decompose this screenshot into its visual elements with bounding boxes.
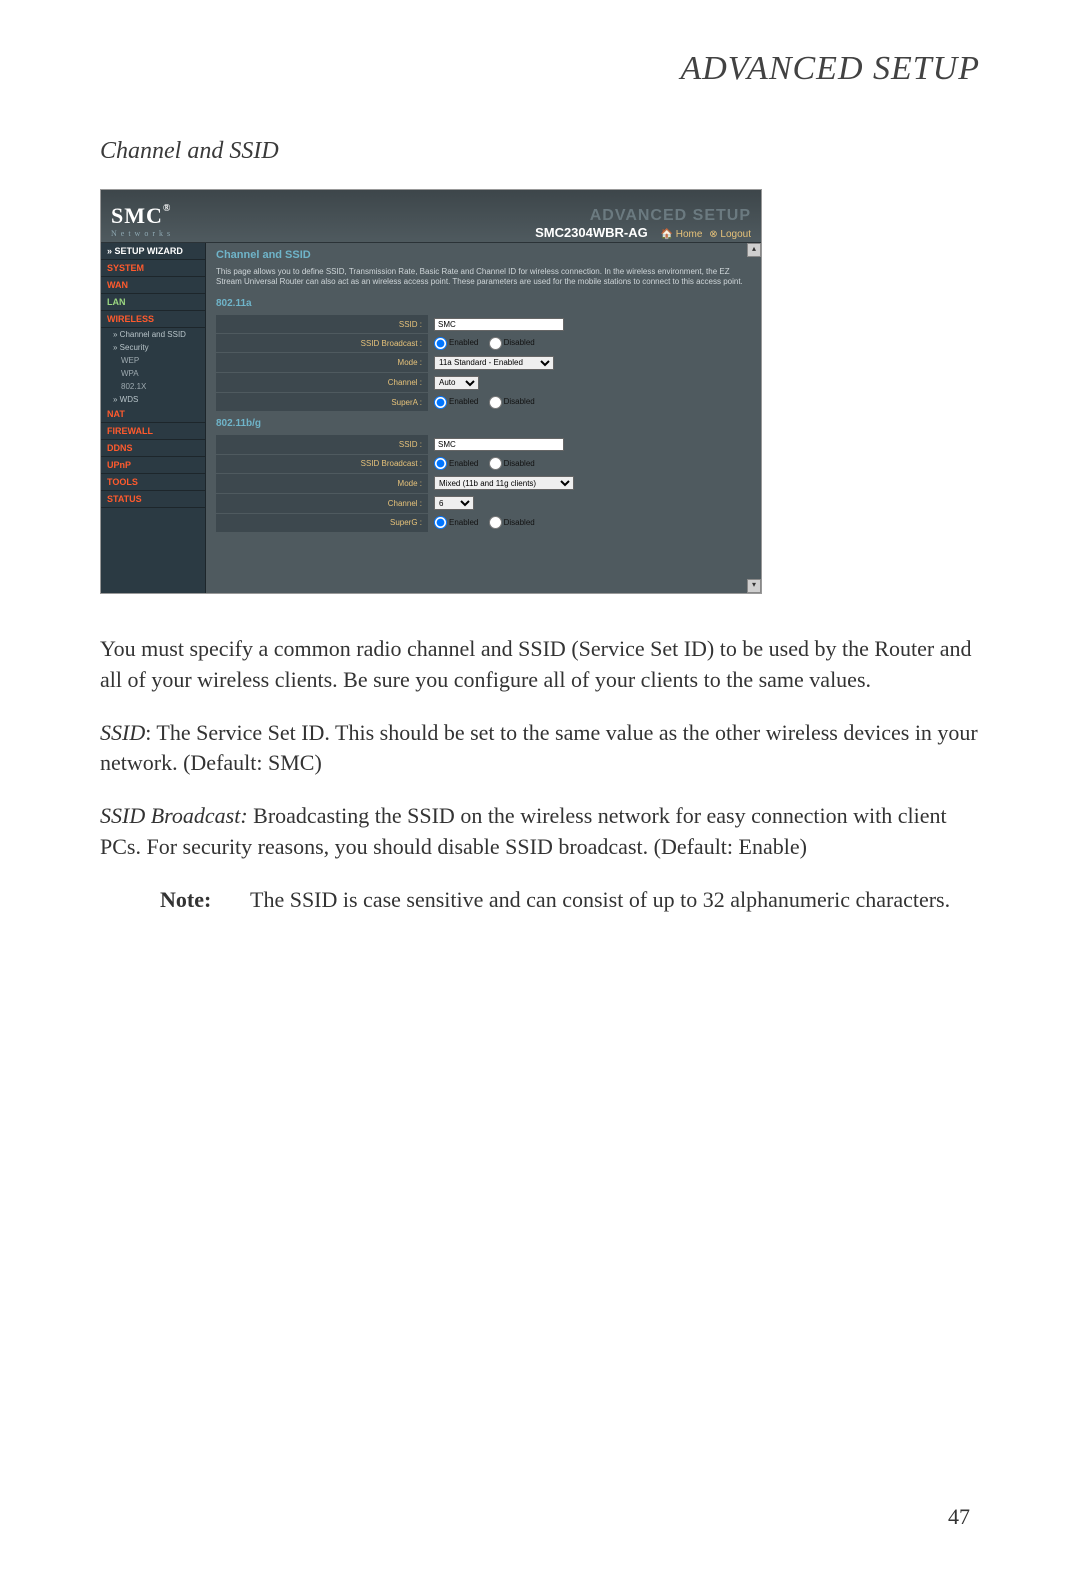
ssid-text: : The Service Set ID. This should be set…: [100, 720, 978, 776]
label-superg: SuperG :: [216, 513, 428, 532]
home-link[interactable]: 🏠 Home: [661, 229, 703, 240]
enabled-label-4: Enabled: [449, 518, 478, 527]
disabled-label-3: Disabled: [504, 459, 535, 468]
scroll-up-icon[interactable]: ▴: [747, 243, 761, 257]
sidebar-item-upnp[interactable]: UPnP: [101, 457, 205, 474]
sidebar-sub-wep[interactable]: WEP: [101, 354, 205, 367]
enabled-label-3: Enabled: [449, 459, 478, 468]
paragraph-ssid: SSID: The Service Set ID. This should be…: [100, 718, 980, 780]
label-broadcast-bg: SSID Broadcast :: [216, 454, 428, 473]
router-content: ▴ Channel and SSID This page allows you …: [206, 243, 761, 593]
sidebar-item-lan[interactable]: LAN: [101, 294, 205, 311]
router-sidebar: » SETUP WIZARD SYSTEM WAN LAN WIRELESS »…: [101, 243, 206, 593]
document-body: You must specify a common radio channel …: [100, 634, 980, 916]
sidebar-item-wan[interactable]: WAN: [101, 277, 205, 294]
disabled-label-2: Disabled: [504, 397, 535, 406]
brand-sub: N e t w o r k s: [111, 229, 215, 238]
router-screenshot: SMC® N e t w o r k s ADVANCED SETUP SMC2…: [100, 189, 762, 594]
sidebar-item-wireless[interactable]: WIRELESS: [101, 311, 205, 328]
sidebar-sub-channel-ssid[interactable]: » Channel and SSID: [101, 328, 205, 341]
paragraph-broadcast: SSID Broadcast: Broadcasting the SSID on…: [100, 801, 980, 863]
label-ssid-a: SSID :: [216, 315, 428, 334]
sidebar-item-tools[interactable]: TOOLS: [101, 474, 205, 491]
label-channel-bg: Channel :: [216, 493, 428, 513]
router-model: SMC2304WBR-AG: [535, 225, 648, 240]
section-title: Channel and SSID: [100, 138, 980, 165]
logout-link[interactable]: ⊗ Logout: [709, 229, 751, 240]
config-table-a: SSID : SSID Broadcast : Enabled Disabled…: [216, 315, 751, 413]
note-text: The SSID is case sensitive and can consi…: [250, 885, 950, 916]
brand-reg: ®: [163, 203, 171, 214]
channel-select-bg[interactable]: 6: [434, 496, 474, 510]
content-title: Channel and SSID: [216, 249, 751, 261]
band-bg-title: 802.11b/g: [216, 418, 751, 429]
page-header-title: ADVANCED SETUP: [100, 50, 980, 88]
channel-select-a[interactable]: Auto: [434, 376, 479, 390]
label-supera: SuperA :: [216, 393, 428, 412]
content-description: This page allows you to define SSID, Tra…: [216, 267, 751, 288]
sidebar-item-firewall[interactable]: FIREWALL: [101, 423, 205, 440]
sidebar-item-nat[interactable]: NAT: [101, 406, 205, 423]
router-header: SMC® N e t w o r k s ADVANCED SETUP SMC2…: [101, 190, 761, 243]
ssid-label: SSID: [100, 720, 145, 745]
note-label: Note:: [160, 885, 250, 916]
sidebar-sub-8021x[interactable]: 802.1X: [101, 380, 205, 393]
scroll-down-icon[interactable]: ▾: [747, 579, 761, 593]
enabled-label: Enabled: [449, 338, 478, 347]
logout-icon: ⊗: [709, 229, 717, 240]
broadcast-a-enabled-radio[interactable]: [434, 337, 447, 350]
sidebar-item-status[interactable]: STATUS: [101, 491, 205, 508]
router-logo: SMC® N e t w o r k s: [101, 197, 215, 242]
disabled-label: Disabled: [504, 338, 535, 347]
label-mode-a: Mode :: [216, 353, 428, 373]
sidebar-item-ddns[interactable]: DDNS: [101, 440, 205, 457]
ssid-input-a[interactable]: [434, 318, 564, 331]
superg-disabled-radio[interactable]: [489, 516, 502, 529]
sidebar-sub-wds[interactable]: » WDS: [101, 393, 205, 406]
mode-select-a[interactable]: 11a Standard - Enabled: [434, 356, 554, 370]
superg-enabled-radio[interactable]: [434, 516, 447, 529]
disabled-label-4: Disabled: [504, 518, 535, 527]
sidebar-sub-security[interactable]: » Security: [101, 341, 205, 354]
paragraph-1: You must specify a common radio channel …: [100, 634, 980, 696]
label-mode-bg: Mode :: [216, 473, 428, 493]
note-row: Note: The SSID is case sensitive and can…: [160, 885, 980, 916]
supera-disabled-radio[interactable]: [489, 396, 502, 409]
enabled-label-2: Enabled: [449, 397, 478, 406]
sidebar-item-system[interactable]: SYSTEM: [101, 260, 205, 277]
label-channel-a: Channel :: [216, 373, 428, 393]
band-a-title: 802.11a: [216, 298, 751, 309]
home-icon: 🏠: [661, 229, 673, 240]
broadcast-a-disabled-radio[interactable]: [489, 337, 502, 350]
sidebar-sub-wpa[interactable]: WPA: [101, 367, 205, 380]
sidebar-item-setup-wizard[interactable]: » SETUP WIZARD: [101, 243, 205, 260]
broadcast-bg-enabled-radio[interactable]: [434, 457, 447, 470]
page-number: 47: [948, 1504, 970, 1530]
label-broadcast-a: SSID Broadcast :: [216, 334, 428, 353]
broadcast-label: SSID Broadcast:: [100, 803, 248, 828]
supera-enabled-radio[interactable]: [434, 396, 447, 409]
config-table-bg: SSID : SSID Broadcast : Enabled Disabled…: [216, 435, 751, 533]
router-advanced-label: ADVANCED SETUP: [215, 207, 751, 225]
mode-select-bg[interactable]: Mixed (11b and 11g clients): [434, 476, 574, 490]
broadcast-bg-disabled-radio[interactable]: [489, 457, 502, 470]
brand-text: SMC: [111, 203, 163, 228]
ssid-input-bg[interactable]: [434, 438, 564, 451]
label-ssid-bg: SSID :: [216, 435, 428, 454]
